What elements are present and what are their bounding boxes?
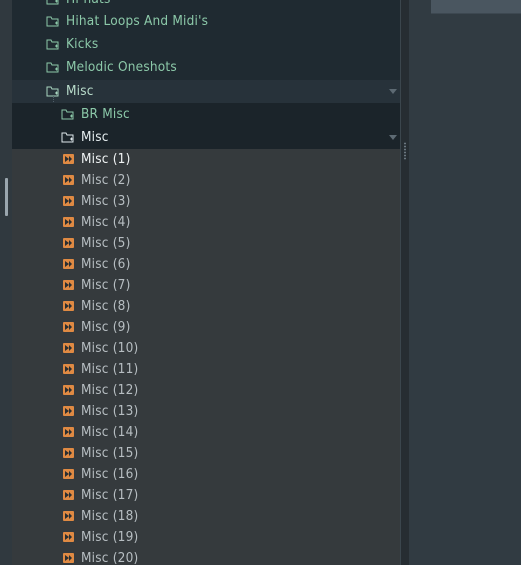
- file-label: Misc (15): [81, 445, 139, 461]
- list-item[interactable]: Misc (11): [12, 359, 400, 380]
- file-label: Misc (6): [81, 256, 131, 272]
- file-label: Misc (11): [81, 361, 139, 377]
- folder-hihat-loops[interactable]: Hihat Loops And Midi's: [12, 10, 400, 33]
- folder-icon: [46, 61, 60, 74]
- file-label: Misc (3): [81, 193, 131, 209]
- folder-label: Hihat Loops And Midi's: [66, 13, 209, 29]
- right-pane: [409, 0, 521, 565]
- list-item[interactable]: Misc (17): [12, 485, 400, 506]
- folder-label: Kicks: [66, 36, 99, 52]
- audio-file-icon: [63, 364, 74, 374]
- folder-icon: [46, 15, 60, 28]
- list-item[interactable]: Misc (14): [12, 422, 400, 443]
- list-item[interactable]: Misc (4): [12, 212, 400, 233]
- file-label: Misc (18): [81, 508, 139, 524]
- file-label: Misc (5): [81, 235, 131, 251]
- file-label: Misc (20): [81, 550, 139, 565]
- grip-icon: [404, 142, 406, 160]
- folder-label: BR Misc: [81, 106, 130, 122]
- folder-br-misc[interactable]: BR Misc: [12, 103, 400, 126]
- audio-file-icon: [63, 406, 74, 416]
- file-label: Misc (19): [81, 529, 139, 545]
- file-label: Misc (17): [81, 487, 139, 503]
- list-item[interactable]: Misc (13): [12, 401, 400, 422]
- list-item[interactable]: Misc (6): [12, 254, 400, 275]
- list-item[interactable]: Misc (10): [12, 338, 400, 359]
- list-item[interactable]: Misc (8): [12, 296, 400, 317]
- list-item[interactable]: Misc (12): [12, 380, 400, 401]
- file-label: Misc (1): [81, 151, 131, 167]
- chevron-down-icon[interactable]: [389, 135, 397, 140]
- audio-file-icon: [63, 238, 74, 248]
- list-item[interactable]: Misc (20): [12, 548, 400, 565]
- list-item[interactable]: Misc (19): [12, 527, 400, 548]
- folder-icon: [46, 0, 60, 6]
- folder-label: Misc: [81, 129, 109, 145]
- folder-misc-selected[interactable]: Misc: [12, 126, 400, 149]
- folder-icon: [46, 38, 60, 51]
- list-item[interactable]: Misc (16): [12, 464, 400, 485]
- file-label: Misc (13): [81, 403, 139, 419]
- audio-file-icon: [63, 511, 74, 521]
- file-list: Misc (1) Misc (2) Misc (3) Misc (4) Misc…: [12, 149, 400, 565]
- folder-kicks[interactable]: Kicks: [12, 33, 400, 56]
- list-item[interactable]: Misc (9): [12, 317, 400, 338]
- folder-melodic-oneshots[interactable]: Melodic Oneshots: [12, 56, 400, 79]
- list-item[interactable]: Misc (1): [12, 149, 400, 170]
- audio-file-icon: [63, 322, 74, 332]
- audio-file-icon: [63, 154, 74, 164]
- audio-file-icon: [63, 196, 74, 206]
- left-resize-handle[interactable]: [5, 178, 8, 216]
- audio-file-icon: [63, 553, 74, 563]
- list-item[interactable]: Misc (3): [12, 191, 400, 212]
- audio-file-icon: [63, 385, 74, 395]
- list-item[interactable]: Misc (15): [12, 443, 400, 464]
- audio-file-icon: [63, 427, 74, 437]
- list-item[interactable]: Misc (5): [12, 233, 400, 254]
- file-label: Misc (14): [81, 424, 139, 440]
- file-label: Misc (7): [81, 277, 131, 293]
- file-label: Misc (16): [81, 466, 139, 482]
- browser-panel: Hi-hats Hihat Loops And Midi's Kicks Mel…: [12, 0, 400, 565]
- file-label: Misc (4): [81, 214, 131, 230]
- list-item[interactable]: Misc (2): [12, 170, 400, 191]
- folder-icon: [61, 108, 75, 121]
- audio-file-icon: [63, 532, 74, 542]
- right-header-bar: [431, 0, 521, 14]
- audio-file-icon: [63, 175, 74, 185]
- list-item[interactable]: Misc (18): [12, 506, 400, 527]
- file-label: Misc (10): [81, 340, 139, 356]
- folder-label: Melodic Oneshots: [66, 59, 177, 75]
- folder-misc[interactable]: Misc: [12, 80, 400, 103]
- audio-file-icon: [63, 490, 74, 500]
- file-label: Misc (12): [81, 382, 139, 398]
- panel-splitter[interactable]: [400, 0, 409, 565]
- audio-file-icon: [63, 259, 74, 269]
- folder-label: Misc: [66, 83, 94, 99]
- chevron-down-icon[interactable]: [389, 89, 397, 94]
- file-label: Misc (8): [81, 298, 131, 314]
- file-label: Misc (2): [81, 172, 131, 188]
- audio-file-icon: [63, 469, 74, 479]
- list-item[interactable]: Misc (7): [12, 275, 400, 296]
- audio-file-icon: [63, 280, 74, 290]
- audio-file-icon: [63, 301, 74, 311]
- left-gutter: [0, 0, 12, 565]
- file-label: Misc (9): [81, 319, 131, 335]
- audio-file-icon: [63, 448, 74, 458]
- audio-file-icon: [63, 343, 74, 353]
- audio-file-icon: [63, 217, 74, 227]
- folder-open-icon: [61, 131, 75, 144]
- folder-label: Hi-hats: [66, 0, 111, 8]
